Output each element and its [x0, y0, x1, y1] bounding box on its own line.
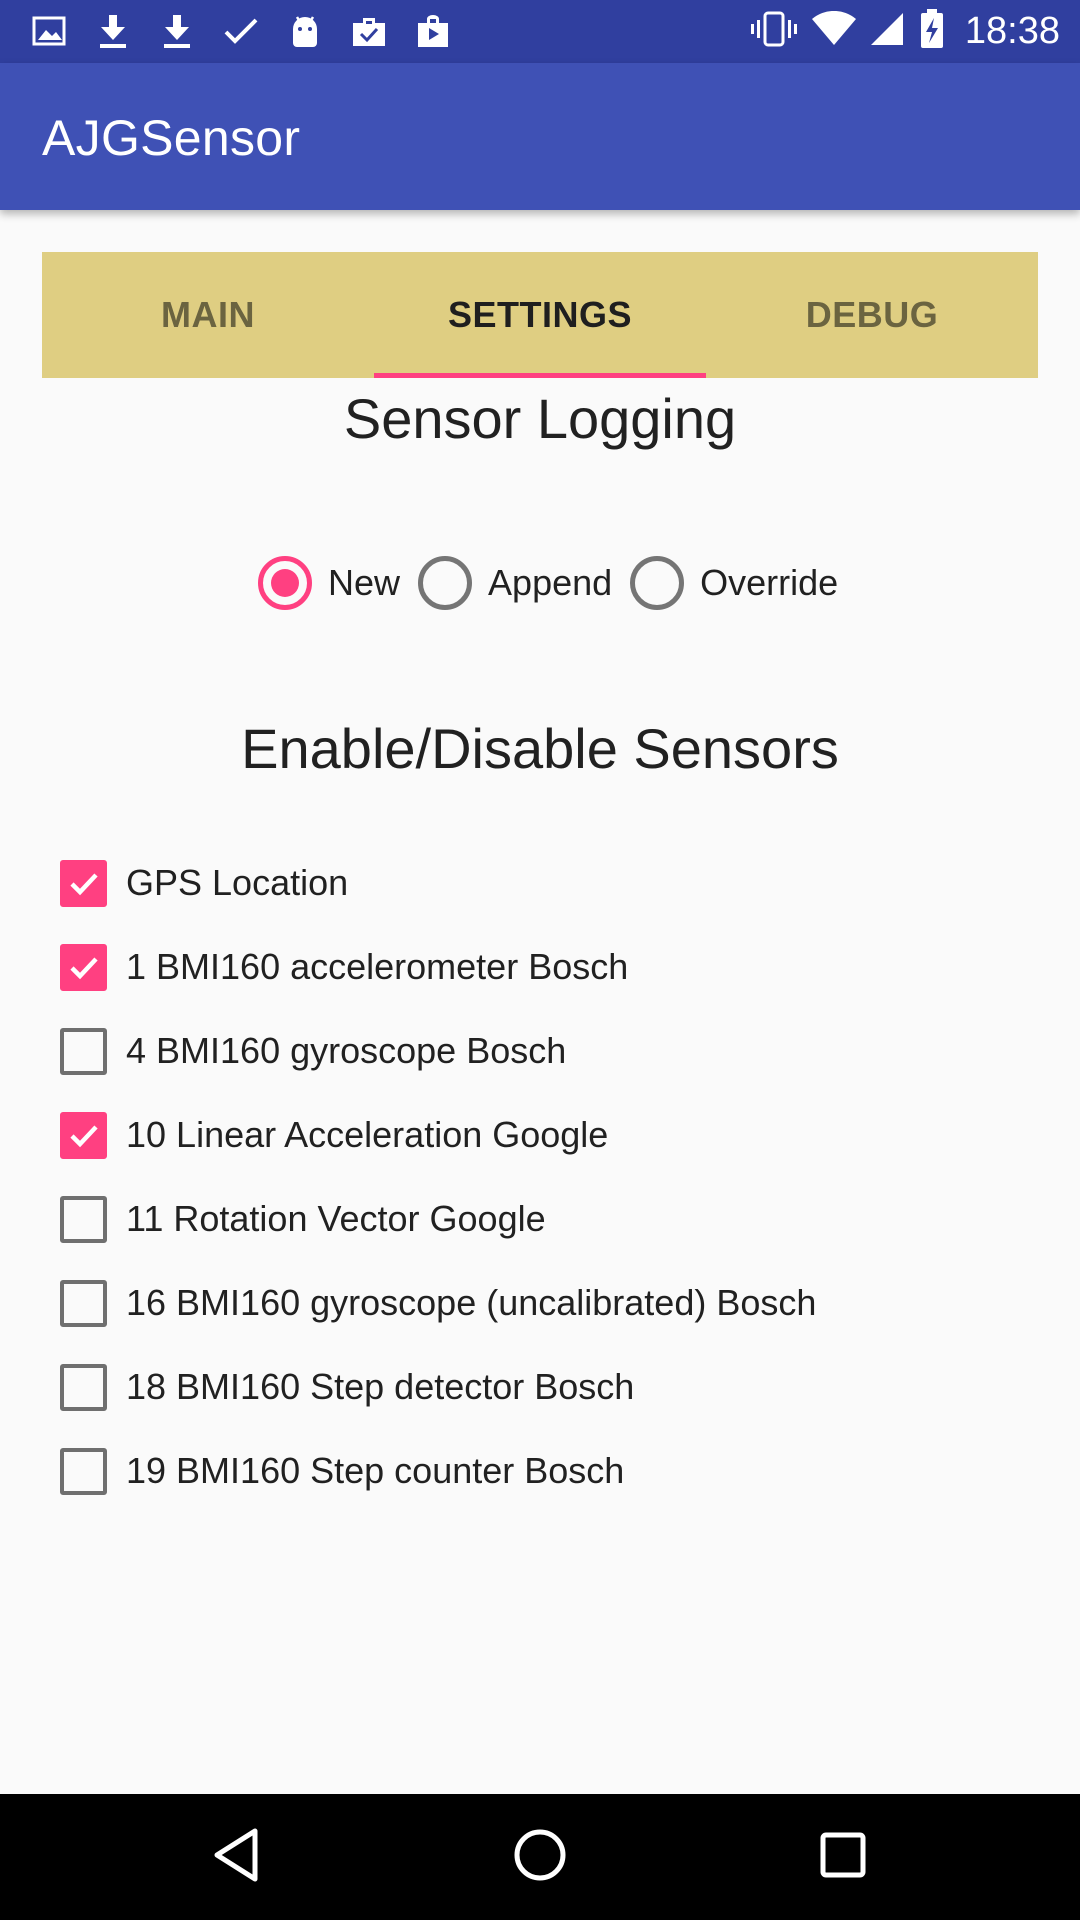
sensor-checkbox-gyroscope-uncalibrated[interactable]: 16 BMI160 gyroscope (uncalibrated) Bosch — [60, 1261, 1020, 1345]
sensor-checkbox-gps-location[interactable]: GPS Location — [60, 841, 1020, 925]
app-bar: AJGSensor — [0, 63, 1080, 210]
home-icon — [513, 1828, 567, 1887]
sensor-label: 19 BMI160 Step counter Bosch — [126, 1450, 625, 1491]
cell-signal-icon — [870, 11, 905, 52]
sensor-label: 1 BMI160 accelerometer Bosch — [126, 946, 629, 987]
status-time: 18:38 — [964, 9, 1060, 52]
checkbox-unchecked-icon — [60, 1279, 107, 1327]
sensor-label: 10 Linear Acceleration Google — [126, 1114, 609, 1155]
sensor-label: 4 BMI160 gyroscope Bosch — [126, 1030, 567, 1071]
tab-main[interactable]: MAIN — [42, 252, 374, 378]
checkbox-unchecked-icon — [60, 1027, 107, 1075]
recents-button[interactable] — [810, 1824, 876, 1890]
sensor-logging-heading: Sensor Logging — [343, 387, 737, 450]
image-icon — [28, 10, 70, 52]
recents-icon — [819, 1831, 867, 1884]
back-icon — [211, 1827, 261, 1888]
check-icon — [220, 10, 262, 52]
app-title: AJGSensor — [42, 110, 301, 166]
radio-new[interactable]: New — [258, 556, 400, 610]
checkbox-unchecked-icon — [60, 1195, 107, 1243]
radio-label: Append — [488, 562, 613, 603]
sensor-checkbox-rotation-vector[interactable]: 11 Rotation Vector Google — [60, 1177, 1020, 1261]
wifi-icon — [811, 10, 857, 52]
shopping-bag-icon — [412, 10, 454, 52]
checkbox-checked-icon — [60, 859, 107, 907]
tab-bar: MAIN SETTINGS DEBUG — [42, 252, 1038, 378]
sensor-checkbox-gyroscope[interactable]: 4 BMI160 gyroscope Bosch — [60, 1009, 1020, 1093]
checkbox-checked-icon — [60, 1111, 107, 1159]
sensor-checkbox-list: GPS Location 1 BMI160 accelerometer Bosc… — [60, 841, 1020, 1513]
notification-icons — [28, 10, 454, 52]
battery-charging-icon — [919, 8, 945, 54]
radio-label: New — [328, 562, 401, 603]
radio-label: Override — [700, 562, 839, 603]
sensor-label: 11 Rotation Vector Google — [126, 1198, 546, 1239]
radio-append[interactable]: Append — [418, 556, 612, 610]
enable-sensors-heading: Enable/Disable Sensors — [241, 717, 839, 780]
sensor-label: GPS Location — [126, 862, 349, 903]
sensor-label: 18 BMI160 Step detector Bosch — [126, 1366, 635, 1407]
home-button[interactable] — [507, 1824, 573, 1890]
radio-unchecked-icon — [418, 556, 473, 610]
checkbox-unchecked-icon — [60, 1447, 107, 1495]
radio-unchecked-icon — [630, 556, 685, 610]
status-bar: 18:38 — [0, 0, 1080, 63]
system-indicators: 18:38 — [750, 8, 1060, 54]
tab-debug[interactable]: DEBUG — [706, 252, 1038, 378]
briefcase-check-icon — [348, 10, 390, 52]
sensor-checkbox-linear-acceleration[interactable]: 10 Linear Acceleration Google — [60, 1093, 1020, 1177]
download-icon — [156, 10, 198, 52]
sensor-checkbox-step-detector[interactable]: 18 BMI160 Step detector Bosch — [60, 1345, 1020, 1429]
checkbox-unchecked-icon — [60, 1363, 107, 1411]
android-icon — [284, 10, 326, 52]
sensor-checkbox-step-counter[interactable]: 19 BMI160 Step counter Bosch — [60, 1429, 1020, 1513]
vibrate-icon — [750, 11, 797, 52]
sensor-checkbox-accelerometer[interactable]: 1 BMI160 accelerometer Bosch — [60, 925, 1020, 1009]
logging-mode-radio-group: New Append Override — [258, 553, 856, 613]
radio-override[interactable]: Override — [630, 556, 838, 610]
checkbox-checked-icon — [60, 943, 107, 991]
back-button[interactable] — [203, 1824, 269, 1890]
tab-settings[interactable]: SETTINGS — [374, 252, 706, 378]
radio-checked-icon — [258, 556, 312, 610]
download-icon — [92, 10, 134, 52]
navigation-bar — [0, 1794, 1080, 1920]
sensor-label: 16 BMI160 gyroscope (uncalibrated) Bosch — [126, 1282, 817, 1323]
